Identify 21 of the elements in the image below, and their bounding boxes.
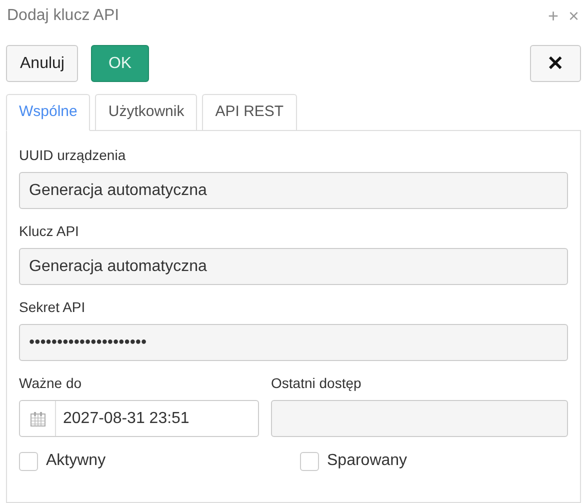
close-button[interactable]: ✕ [530,45,581,82]
calendar-icon [30,410,46,426]
field-label: Ważne do [19,374,83,393]
cancel-button[interactable]: Anuluj [6,45,78,82]
checkbox[interactable] [19,452,38,470]
field-label: UUID urządzenia [19,146,127,165]
checkbox[interactable] [300,452,319,470]
input-field[interactable]: Generacja automatyczna [19,248,568,285]
checkbox-label: Aktywny [46,451,106,471]
checkbox-label: Sparowany [327,451,408,471]
window-title: Dodaj klucz API [7,6,120,26]
tab[interactable]: API REST [202,94,297,131]
date-value: 2027-08-31 23:51 [62,408,190,428]
input-field[interactable] [271,400,568,437]
date-field[interactable]: 2027-08-31 23:51 [19,400,259,437]
field-label: Sekret API [19,298,86,317]
field-label: Klucz API [19,222,80,241]
input-field[interactable]: ••••••••••••••••••••• [19,324,568,361]
input-field[interactable]: Generacja automatyczna [19,172,568,209]
tab[interactable]: Użytkownik [95,94,198,131]
field-label: Ostatni dostęp [271,374,362,393]
